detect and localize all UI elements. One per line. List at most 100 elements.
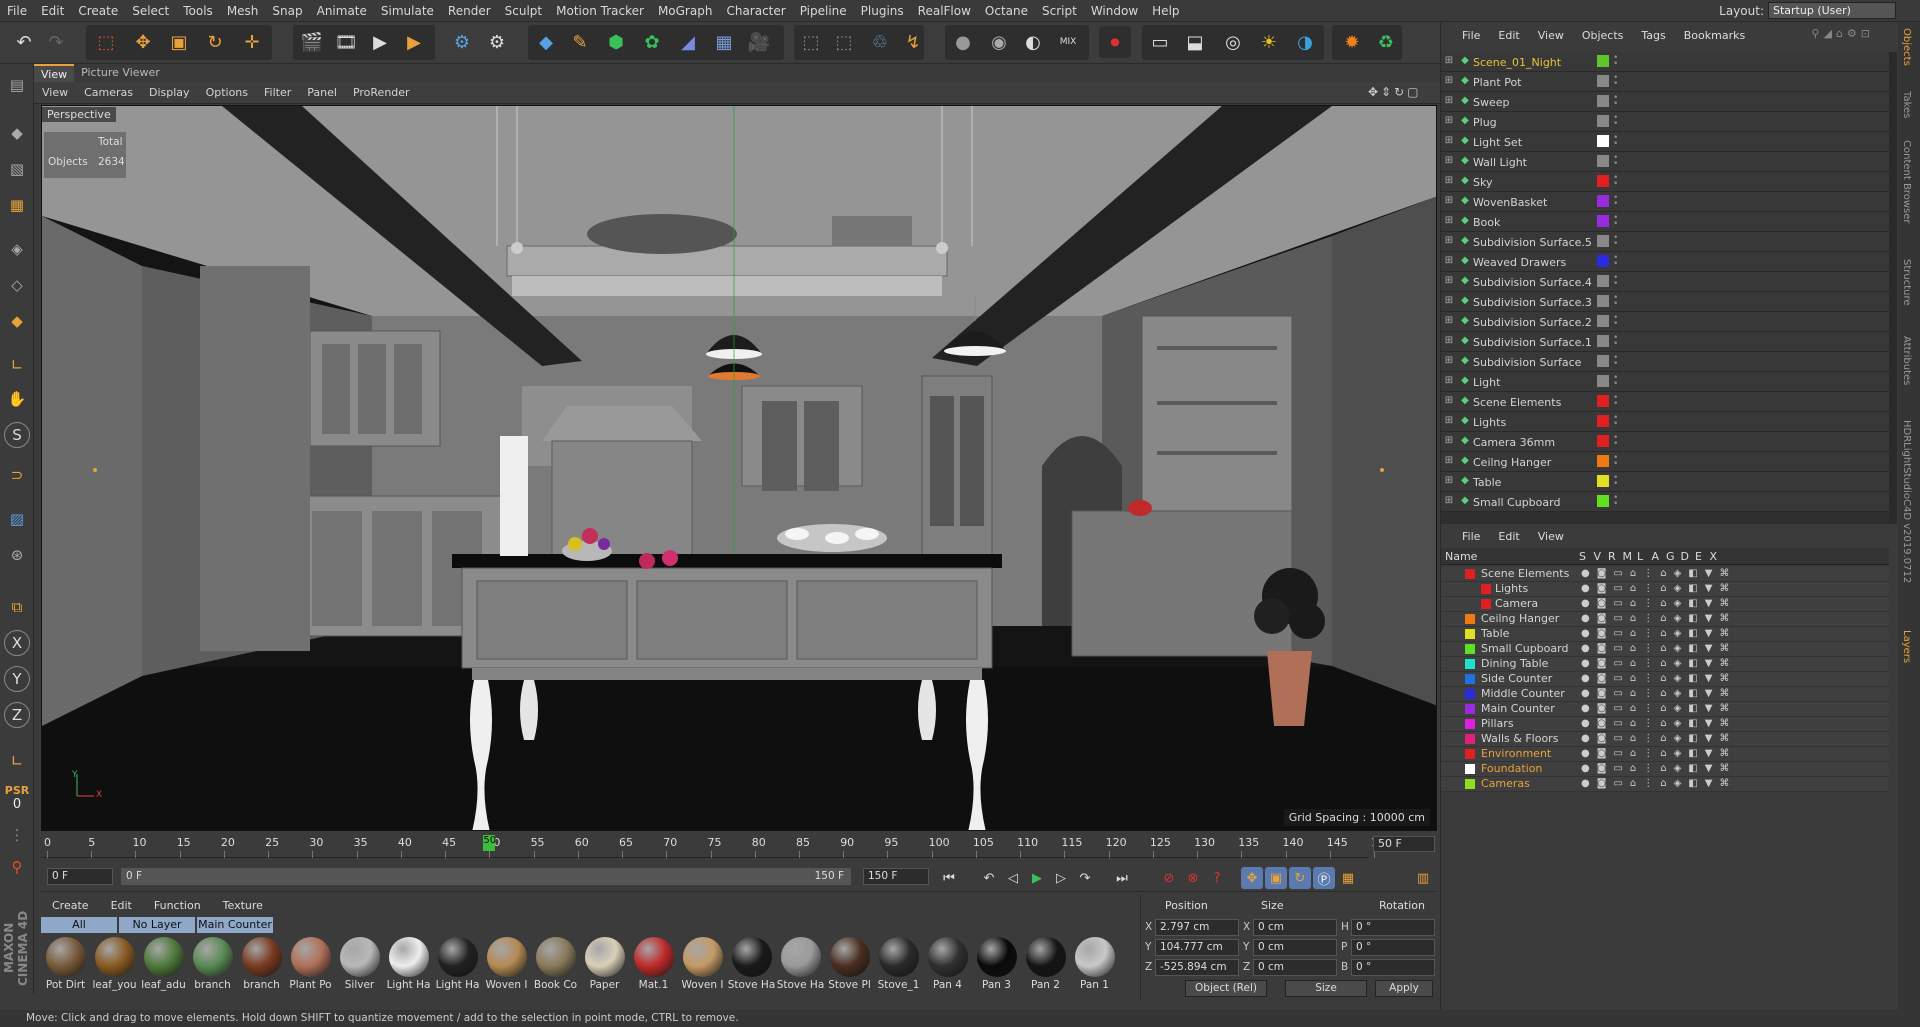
material-filter-all[interactable]: All <box>41 917 117 933</box>
layer-toggle-icons[interactable]: ●◙▭⌂⋮⌂◈◧▼⌘ <box>1581 748 1736 759</box>
size-y-field[interactable]: 0 cm <box>1253 939 1337 956</box>
layer-toggle-icons[interactable]: ●◙▭⌂⋮⌂◈◧▼⌘ <box>1581 583 1736 594</box>
viewport-menu-prorender[interactable]: ProRender <box>345 86 418 99</box>
layer-row[interactable]: Side Counter ●◙▭⌂⋮⌂◈◧▼⌘ <box>1441 672 1889 687</box>
material-item[interactable]: Pan 2 <box>1021 935 1070 995</box>
position-y-field[interactable]: 104.777 cm <box>1155 939 1239 956</box>
layer-color-swatch[interactable] <box>1597 415 1609 427</box>
layer-header-col[interactable]: G <box>1666 550 1675 563</box>
layer-color-swatch[interactable] <box>1597 375 1609 387</box>
object-row[interactable]: ◆ ⊞ WovenBasket • • <box>1441 192 1889 212</box>
visibility-dots[interactable]: • • <box>1613 94 1619 109</box>
layer-row[interactable]: Cameras ●◙▭⌂⋮⌂◈◧▼⌘ <box>1441 777 1889 792</box>
object-row[interactable]: ◆ ⊞ Sweep • • <box>1441 92 1889 112</box>
pen-spline-icon[interactable]: ✎ <box>564 26 596 58</box>
layer-row[interactable]: Environment ●◙▭⌂⋮⌂◈◧▼⌘ <box>1441 747 1889 762</box>
layer-color-swatch[interactable] <box>1597 115 1609 127</box>
layer-toggle-icons[interactable]: ●◙▭⌂⋮⌂◈◧▼⌘ <box>1581 598 1736 609</box>
object-menu-bookmarks[interactable]: Bookmarks <box>1675 29 1754 42</box>
apply-button[interactable]: Apply <box>1375 980 1433 997</box>
expand-icon[interactable]: ⊞ <box>1443 55 1455 67</box>
expand-icon[interactable]: ⊞ <box>1443 75 1455 87</box>
floor-icon[interactable]: ▦ <box>708 26 740 58</box>
rotation-b-field[interactable]: 0 ° <box>1351 959 1435 976</box>
layer-color-swatch[interactable] <box>1597 435 1609 447</box>
visibility-dots[interactable]: • • <box>1613 74 1619 89</box>
layer-header-col[interactable]: E <box>1695 550 1702 563</box>
prev-key-icon[interactable]: ↶ <box>978 867 1000 889</box>
material-menu-texture[interactable]: Texture <box>212 897 274 914</box>
grid-dots-icon[interactable]: ⋮ <box>4 822 30 848</box>
object-row[interactable]: ◆ ⊞ Lights • • <box>1441 412 1889 432</box>
menu-render[interactable]: Render <box>441 4 498 18</box>
axis-icon[interactable]: ∟ <box>4 352 30 378</box>
material-item[interactable]: branch <box>188 935 237 995</box>
viewport-menu-options[interactable]: Options <box>198 86 256 99</box>
layer-row[interactable]: Pillars ●◙▭⌂⋮⌂◈◧▼⌘ <box>1441 717 1889 732</box>
visibility-dots[interactable]: • • <box>1613 494 1619 509</box>
menu-animate[interactable]: Animate <box>310 4 374 18</box>
expand-icon[interactable]: ⊞ <box>1443 155 1455 167</box>
next-frame-icon[interactable]: ▷ <box>1050 867 1072 889</box>
material-menu-create[interactable]: Create <box>41 897 100 914</box>
visibility-dots[interactable]: • • <box>1613 174 1619 189</box>
key-point-level-icon[interactable]: ▦ <box>1337 867 1359 889</box>
menu-realflow[interactable]: RealFlow <box>911 4 978 18</box>
expand-icon[interactable]: ⊞ <box>1443 335 1455 347</box>
key-position-icon[interactable]: ✥ <box>1241 867 1263 889</box>
play-icon[interactable]: ▶ <box>1026 867 1048 889</box>
render-view-icon[interactable]: 🎬 <box>296 26 328 58</box>
material-item[interactable]: Paper <box>580 935 629 995</box>
layer-row[interactable]: Scene Elements ●◙▭⌂⋮⌂◈◧▼⌘ <box>1441 567 1889 582</box>
layer-toggle-icons[interactable]: ●◙▭⌂⋮⌂◈◧▼⌘ <box>1581 778 1736 789</box>
object-list-scrollbar[interactable] <box>1889 52 1897 524</box>
layer-color-swatch[interactable] <box>1597 255 1609 267</box>
layer-header-col[interactable]: D <box>1681 550 1689 563</box>
layer-row[interactable]: Dining Table ●◙▭⌂⋮⌂◈◧▼⌘ <box>1441 657 1889 672</box>
side-tab-hdrlightstudioc4d-v2019-0712[interactable]: HDRLightStudioC4D v2019.0712 <box>1901 420 1912 583</box>
max-frame-field[interactable]: 150 F <box>863 868 929 885</box>
target-light-icon[interactable]: ◎ <box>1217 26 1249 58</box>
prev-frame-icon[interactable]: ◁ <box>1002 867 1024 889</box>
layer-menu-edit[interactable]: Edit <box>1489 530 1528 543</box>
layer-color-swatch[interactable] <box>1597 155 1609 167</box>
object-menu-file[interactable]: File <box>1453 29 1489 42</box>
layer-toggle-icons[interactable]: ●◙▭⌂⋮⌂◈◧▼⌘ <box>1581 733 1736 744</box>
object-menu-view[interactable]: View <box>1529 29 1573 42</box>
sphere-alt-icon[interactable]: ◉ <box>983 26 1015 58</box>
layer-row[interactable]: Table ●◙▭⌂⋮⌂◈◧▼⌘ <box>1441 627 1889 642</box>
viewport-menu-cameras[interactable]: Cameras <box>76 86 141 99</box>
layer-color-swatch[interactable] <box>1597 215 1609 227</box>
layer-toggle-icons[interactable]: ●◙▭⌂⋮⌂◈◧▼⌘ <box>1581 643 1736 654</box>
tab-view[interactable]: View <box>34 64 75 82</box>
layer-toggle-icons[interactable]: ●◙▭⌂⋮⌂◈◧▼⌘ <box>1581 718 1736 729</box>
menu-motion-tracker[interactable]: Motion Tracker <box>549 4 651 18</box>
layer-color-swatch[interactable] <box>1597 355 1609 367</box>
position-z-field[interactable]: -525.894 cm <box>1155 959 1239 976</box>
octane-plugin-icon[interactable]: ✹ <box>1336 26 1368 58</box>
material-item[interactable]: leaf_adu <box>139 935 188 995</box>
menu-script[interactable]: Script <box>1035 4 1084 18</box>
expand-icon[interactable]: ⊞ <box>1443 415 1455 427</box>
object-menu-tags[interactable]: Tags <box>1632 29 1674 42</box>
menu-file[interactable]: File <box>0 4 34 18</box>
material-item[interactable]: Stove Pl <box>825 935 874 995</box>
render-active-icon[interactable]: ▶ <box>364 26 396 58</box>
record-key-icon[interactable]: ⊘ <box>1158 867 1180 889</box>
visibility-dots[interactable]: • • <box>1613 154 1619 169</box>
layer-color-swatch[interactable] <box>1597 455 1609 467</box>
expand-icon[interactable]: ⊞ <box>1443 475 1455 487</box>
layer-header-col[interactable]: V <box>1594 550 1602 563</box>
layer-row[interactable]: Small Cupboard ●◙▭⌂⋮⌂◈◧▼⌘ <box>1441 642 1889 657</box>
material-item[interactable]: Silver <box>335 935 384 995</box>
layer-color-swatch[interactable] <box>1465 629 1475 639</box>
object-row[interactable]: ◆ ⊞ Camera 36mm • • <box>1441 432 1889 452</box>
viewport-nav-icons[interactable]: ✥⇕↻▢ <box>1368 85 1422 99</box>
layer-color-swatch[interactable] <box>1597 235 1609 247</box>
expand-icon[interactable]: ⊞ <box>1443 195 1455 207</box>
layer-color-swatch[interactable] <box>1465 749 1475 759</box>
search-icon[interactable]: ⚲ <box>4 854 30 880</box>
render-settings-icon[interactable]: ⚙ <box>481 26 513 58</box>
material-item[interactable]: Pan 3 <box>972 935 1021 995</box>
points-mode-icon[interactable]: ⬚ <box>795 26 827 58</box>
